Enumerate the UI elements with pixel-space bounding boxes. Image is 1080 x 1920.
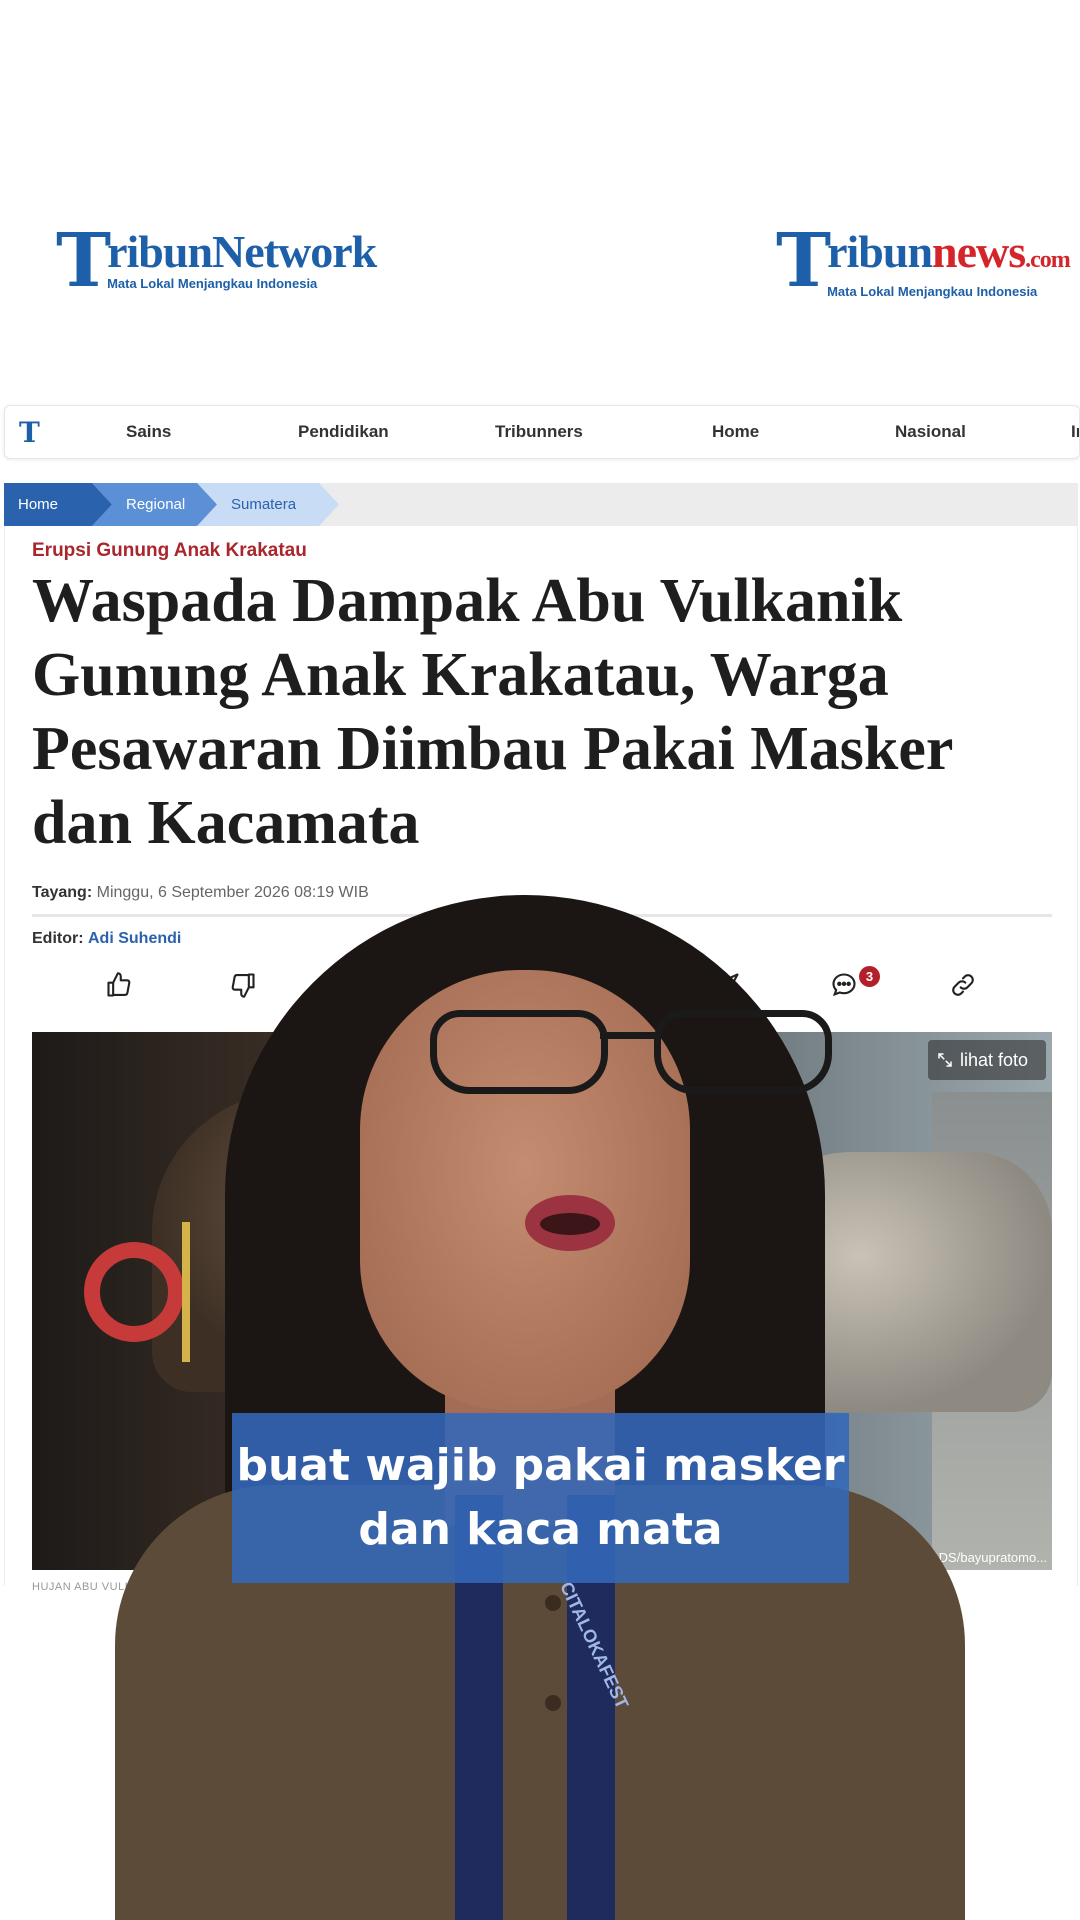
- nav-logo-icon[interactable]: T: [19, 416, 40, 449]
- editor-label: Editor:: [32, 930, 84, 947]
- presenter-video-overlay: CITALOKAFEST: [115, 895, 965, 1920]
- presenter-glasses: [430, 1010, 850, 1100]
- breadcrumb: Home Regional Sumatera: [4, 483, 1078, 526]
- nav-item-tribunners[interactable]: Tribunners: [495, 422, 583, 442]
- view-photo-label: lihat foto: [960, 1049, 1029, 1070]
- logo-initial: T: [56, 218, 112, 304]
- nav-item-home[interactable]: Home: [712, 422, 759, 442]
- nav-item-more[interactable]: In: [1071, 422, 1079, 442]
- shirt-button: [545, 1695, 561, 1711]
- breadcrumb-home[interactable]: Home: [4, 483, 112, 526]
- video-subtitle: buat wajib pakai masker dan kaca mata: [232, 1413, 849, 1583]
- article-kicker[interactable]: Erupsi Gunung Anak Krakatau: [32, 540, 307, 562]
- logo-tagline: Mata Lokal Menjangkau Indonesia: [107, 276, 318, 291]
- subtitle-text: buat wajib pakai masker dan kaca mata: [236, 1440, 845, 1555]
- nav-item-pendidikan[interactable]: Pendidikan: [298, 422, 389, 442]
- logo-name-red: news: [932, 226, 1026, 277]
- logo-name-suffix: .com: [1025, 247, 1071, 273]
- tribunnetwork-logo[interactable]: T ribunNetwork Mata Lokal Menjangkau Ind…: [56, 218, 377, 304]
- logo-name-blue: ribun: [827, 226, 933, 277]
- breadcrumb-sumatera[interactable]: Sumatera: [197, 483, 339, 526]
- category-nav: T Sains Pendidikan Tribunners Home Nasio…: [4, 405, 1080, 459]
- logo-tagline: Mata Lokal Menjangkau Indonesia: [827, 284, 1038, 299]
- logo-name: ribunNetwork: [107, 226, 377, 277]
- article-headline: Waspada Dampak Abu Vulkanik Gunung Anak …: [32, 567, 953, 857]
- nav-item-sains[interactable]: Sains: [126, 422, 171, 442]
- tribunnews-logo[interactable]: T ribunnews.com Mata Lokal Menjangkau In…: [776, 218, 1071, 304]
- nav-item-nasional[interactable]: Nasional: [895, 422, 966, 442]
- shirt-button: [545, 1595, 561, 1611]
- published-label: Tayang:: [32, 884, 93, 901]
- logo-initial: T: [776, 218, 832, 304]
